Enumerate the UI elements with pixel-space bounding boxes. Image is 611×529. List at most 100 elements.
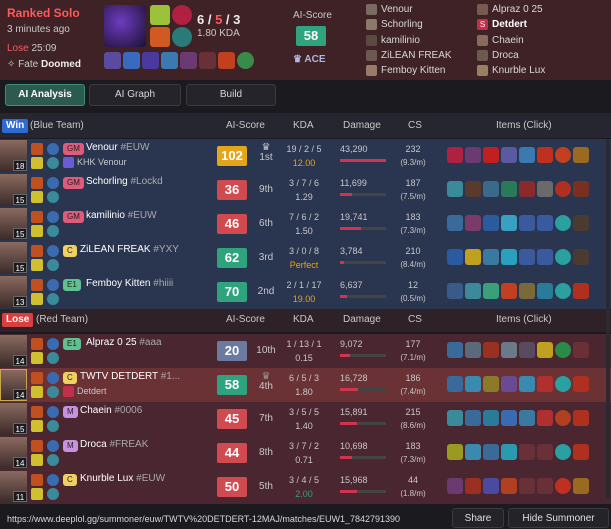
- item-icon[interactable]: [465, 181, 481, 197]
- item-icon[interactable]: [465, 249, 481, 265]
- summoner-name[interactable]: Schorling #Lockd: [86, 176, 163, 187]
- player-link[interactable]: Alpraz 0 25: [477, 2, 545, 17]
- ward-icon[interactable]: [555, 478, 571, 494]
- item-icon[interactable]: [519, 147, 535, 163]
- ward-icon[interactable]: [555, 444, 571, 460]
- summoner-name[interactable]: Knurble Lux #EUW: [80, 473, 165, 484]
- item-icon[interactable]: [573, 444, 589, 460]
- item-icon[interactable]: [465, 215, 481, 231]
- item-icon[interactable]: [447, 410, 463, 426]
- player-row[interactable]: 15 GM Schorling #Lockd 36 9th 3 / 7 / 6 1.29 11…: [0, 173, 611, 207]
- hide-summoner-button[interactable]: Hide Summoner: [508, 508, 609, 528]
- item-icon[interactable]: [573, 249, 589, 265]
- item-icon[interactable]: [519, 410, 535, 426]
- item-icon[interactable]: [447, 181, 463, 197]
- empty-item-slot[interactable]: [519, 478, 535, 494]
- item-icon[interactable]: [465, 147, 481, 163]
- item-icon[interactable]: [161, 52, 178, 69]
- player-row[interactable]: 14 M Droca #FREAK 44 8th 3 / 7 / 2 0.71 10,698 1…: [0, 436, 611, 470]
- item-icon[interactable]: [483, 181, 499, 197]
- player-link[interactable]: Chaein: [477, 33, 545, 48]
- item-icon[interactable]: [537, 283, 553, 299]
- ward-icon[interactable]: [555, 249, 571, 265]
- empty-item-slot[interactable]: [573, 342, 589, 358]
- item-icon[interactable]: [501, 181, 517, 197]
- player-row[interactable]: 15 C ZiLEAN FREAK #YXY 62 3rd 3 / 0 / 8 Perfec…: [0, 241, 611, 275]
- ward-icon[interactable]: [555, 283, 571, 299]
- player-row[interactable]: 15 M Chaein #0006 45 7th 3 / 5 / 5 1.40 15,891 2…: [0, 402, 611, 436]
- item-icon[interactable]: [447, 478, 463, 494]
- ward-icon[interactable]: [555, 376, 571, 392]
- scrollbar[interactable]: [606, 139, 610, 499]
- item-icon[interactable]: [465, 444, 481, 460]
- item-icon[interactable]: [537, 410, 553, 426]
- item-icon[interactable]: [501, 478, 517, 494]
- summoner-name[interactable]: Chaein #0006: [80, 405, 142, 416]
- item-icon[interactable]: [537, 376, 553, 392]
- ward-icon[interactable]: [237, 52, 254, 69]
- item-icon[interactable]: [573, 478, 589, 494]
- item-icon[interactable]: [465, 376, 481, 392]
- streamer-name[interactable]: KHK Venour: [63, 157, 127, 169]
- item-icon[interactable]: [573, 215, 589, 231]
- ward-icon[interactable]: [555, 147, 571, 163]
- item-icon[interactable]: [483, 147, 499, 163]
- item-icon[interactable]: [483, 215, 499, 231]
- item-icon[interactable]: [573, 376, 589, 392]
- summoner-name[interactable]: kamilinio #EUW: [86, 210, 157, 221]
- match-url[interactable]: https://www.deeplol.gg/summoner/euw/TWTV…: [0, 510, 449, 528]
- item-icon[interactable]: [447, 215, 463, 231]
- summoner-name[interactable]: Femboy Kitten #hiiii: [86, 278, 173, 289]
- player-row[interactable]: 14 E1 Alpraz 0 25 #aaa 20 10th 1 / 13 / 1 0.15…: [0, 334, 611, 368]
- item-icon[interactable]: [501, 147, 517, 163]
- item-icon[interactable]: [519, 376, 535, 392]
- item-icon[interactable]: [573, 410, 589, 426]
- item-icon[interactable]: [537, 342, 553, 358]
- summoner-name[interactable]: Venour #EUW: [86, 142, 149, 153]
- item-icon[interactable]: [501, 444, 517, 460]
- item-icon[interactable]: [447, 342, 463, 358]
- player-row[interactable]: 13 E1 Femboy Kitten #hiiii 70 2nd 2 / 1 / 17 1…: [0, 275, 611, 309]
- empty-item-slot[interactable]: [537, 444, 553, 460]
- player-link[interactable]: kamilinio: [366, 33, 452, 48]
- item-icon[interactable]: [501, 342, 517, 358]
- player-link[interactable]: S Detdert: [477, 17, 545, 32]
- item-icon[interactable]: [501, 249, 517, 265]
- item-icon[interactable]: [218, 52, 235, 69]
- item-icon[interactable]: [519, 249, 535, 265]
- item-icon[interactable]: [483, 342, 499, 358]
- player-link[interactable]: Venour: [366, 2, 452, 17]
- item-icon[interactable]: [447, 283, 463, 299]
- item-icon[interactable]: [483, 478, 499, 494]
- item-icon[interactable]: [573, 147, 589, 163]
- empty-item-slot[interactable]: [537, 478, 553, 494]
- item-icon[interactable]: [483, 283, 499, 299]
- item-icon[interactable]: [447, 147, 463, 163]
- item-icon[interactable]: [519, 215, 535, 231]
- player-row[interactable]: 15 GM kamilinio #EUW 46 6th 7 / 6 / 2 1.50 19,7…: [0, 207, 611, 241]
- ward-icon[interactable]: [555, 181, 571, 197]
- share-button[interactable]: Share: [452, 508, 504, 528]
- item-icon[interactable]: [501, 283, 517, 299]
- item-icon[interactable]: [537, 181, 553, 197]
- item-icon[interactable]: [537, 147, 553, 163]
- streamer-name[interactable]: Detdert: [63, 386, 107, 398]
- item-icon[interactable]: [123, 52, 140, 69]
- player-link[interactable]: Droca: [477, 48, 545, 63]
- item-icon[interactable]: [465, 283, 481, 299]
- item-icon[interactable]: [537, 249, 553, 265]
- empty-item-slot[interactable]: [519, 444, 535, 460]
- item-icon[interactable]: [573, 283, 589, 299]
- player-row[interactable]: 18 GM Venour #EUW KHK Venour 102 ♛ 1st 19 / 2 /…: [0, 139, 611, 173]
- item-icon[interactable]: [465, 410, 481, 426]
- summoner-name[interactable]: Alpraz 0 25 #aaa: [86, 337, 162, 348]
- item-icon[interactable]: [447, 376, 463, 392]
- player-link[interactable]: Femboy Kitten: [366, 63, 452, 78]
- summoner-name[interactable]: TWTV DETDERT #1...: [80, 371, 180, 382]
- tab-ai-graph[interactable]: AI Graph: [89, 84, 181, 106]
- tab-build[interactable]: Build: [186, 84, 276, 106]
- player-row[interactable]: 11 C Knurble Lux #EUW 50 5th 3 / 4 / 5 2.00 15,…: [0, 470, 611, 504]
- item-icon[interactable]: [501, 215, 517, 231]
- item-icon[interactable]: [483, 249, 499, 265]
- player-link[interactable]: Schorling: [366, 17, 452, 32]
